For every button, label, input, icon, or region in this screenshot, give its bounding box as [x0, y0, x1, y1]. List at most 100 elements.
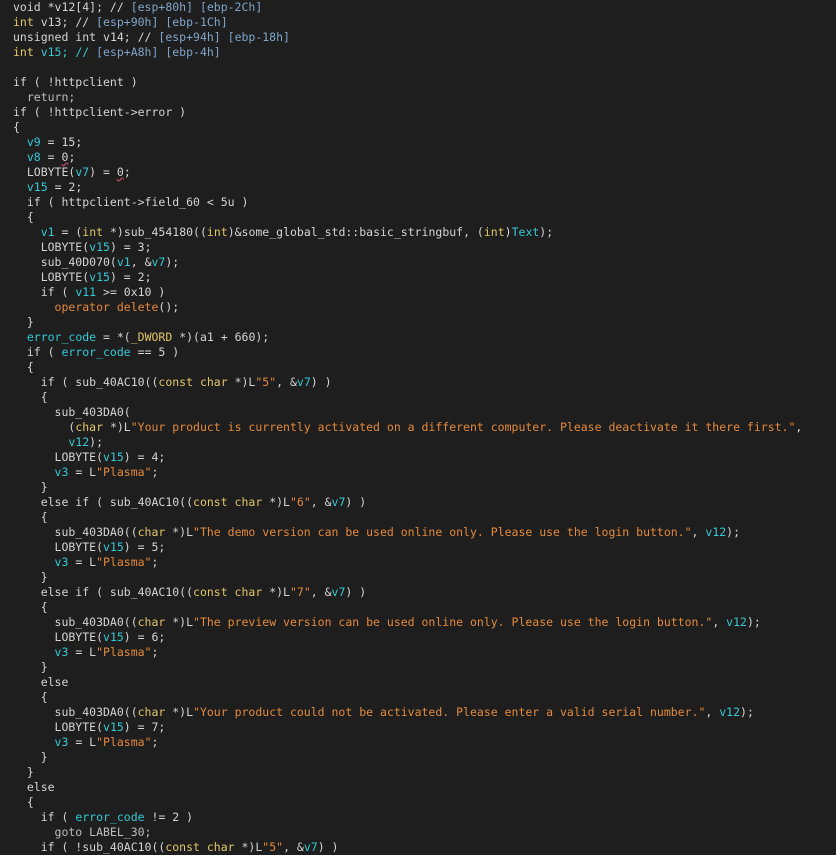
code-line[interactable]: else if ( sub_40AC10((const char *)L"6",… [0, 495, 836, 510]
code-line[interactable]: v3 = L"Plasma"; [0, 555, 836, 570]
code-token: ); [165, 255, 180, 269]
code-line[interactable]: } [0, 315, 836, 330]
code-token: v7 [75, 165, 90, 179]
code-token: } [13, 570, 48, 584]
code-line[interactable]: unsigned int v14; // [esp+94h] [ebp-18h] [0, 30, 836, 45]
code-token: ) = 3; [109, 240, 152, 254]
code-line[interactable]: } [0, 750, 836, 765]
code-line[interactable]: { [0, 510, 836, 525]
code-token: = L [68, 735, 97, 749]
code-token: (); [158, 300, 180, 314]
code-line[interactable]: sub_403DA0( [0, 405, 836, 420]
code-line[interactable]: sub_403DA0((char *)L"The demo version ca… [0, 525, 836, 540]
code-token: v1 [116, 255, 131, 269]
code-token: ; [68, 150, 76, 164]
code-line[interactable]: else [0, 675, 836, 690]
code-token: v15 [89, 240, 110, 254]
code-token: int [483, 225, 505, 239]
code-token: = ( [54, 225, 83, 239]
code-token: ); [89, 435, 104, 449]
code-line[interactable]: if ( v11 >= 0x10 ) [0, 285, 836, 300]
code-line[interactable]: operator delete(); [0, 300, 836, 315]
code-line[interactable]: int v13; // [esp+90h] [ebp-1Ch] [0, 15, 836, 30]
code-token: = L [68, 465, 97, 479]
code-line[interactable]: { [0, 390, 836, 405]
code-line[interactable]: v9 = 15; [0, 135, 836, 150]
code-line[interactable]: } [0, 765, 836, 780]
code-token: ) [504, 225, 512, 239]
code-token: != 2 ) [144, 810, 194, 824]
code-line[interactable]: } [0, 660, 836, 675]
code-line[interactable]: if ( !httpclient ) [0, 75, 836, 90]
code-line[interactable] [0, 60, 836, 75]
code-line[interactable]: v15 = 2; [0, 180, 836, 195]
code-line[interactable]: if ( !httpclient->error ) [0, 105, 836, 120]
code-token: else if ( sub_40AC10(( [13, 585, 194, 599]
code-token: v14; // [103, 30, 159, 44]
code-token: v3 [54, 645, 69, 659]
code-token: v15 [26, 180, 48, 194]
code-line[interactable]: LOBYTE(v7) = 0; [0, 165, 836, 180]
code-line[interactable]: if ( error_code != 2 ) [0, 810, 836, 825]
code-line[interactable]: if ( httpclient->field_60 < 5u ) [0, 195, 836, 210]
code-line[interactable]: { [0, 210, 836, 225]
code-token: "5" [255, 375, 277, 389]
code-line[interactable]: LOBYTE(v15) = 3; [0, 240, 836, 255]
code-line[interactable]: int v15; // [esp+A8h] [ebp-4h] [0, 45, 836, 60]
code-line[interactable]: else [0, 780, 836, 795]
code-token: "6" [289, 495, 311, 509]
code-line[interactable]: error_code = *(_DWORD *)(a1 + 660); [0, 330, 836, 345]
code-token: if ( !httpclient->error ) [13, 105, 187, 119]
code-token: v15 [103, 450, 124, 464]
code-line[interactable]: v12); [0, 435, 836, 450]
code-line[interactable]: { [0, 600, 836, 615]
code-line[interactable]: LOBYTE(v15) = 4; [0, 450, 836, 465]
code-line[interactable]: { [0, 360, 836, 375]
code-line[interactable]: goto LABEL_30; [0, 825, 836, 840]
code-token: v13; // [40, 15, 97, 29]
code-line[interactable]: sub_40D070(v1, &v7); [0, 255, 836, 270]
code-line[interactable]: (char *)L"Your product is currently acti… [0, 420, 836, 435]
code-line[interactable]: LOBYTE(v15) = 6; [0, 630, 836, 645]
code-line[interactable]: LOBYTE(v15) = 2; [0, 270, 836, 285]
code-token: *)L [165, 615, 194, 629]
code-token: LOBYTE( [13, 720, 104, 734]
code-token: v9 [26, 135, 41, 149]
code-token: ) ) [345, 585, 367, 599]
code-line[interactable]: else if ( sub_40AC10((const char *)L"7",… [0, 585, 836, 600]
code-line[interactable]: if ( error_code == 5 ) [0, 345, 836, 360]
code-token: if ( !httpclient ) [13, 75, 138, 89]
code-line[interactable]: v1 = (int *)sub_454180((int)&some_global… [0, 225, 836, 240]
code-token: v3 [54, 735, 69, 749]
code-line[interactable]: } [0, 480, 836, 495]
code-token: == 5 ) [130, 345, 180, 359]
code-token: } [13, 480, 48, 494]
code-token: ) = 5; [123, 540, 166, 554]
code-line[interactable]: if ( !sub_40AC10((const char *)L"5", &v7… [0, 840, 836, 855]
code-token: ) = 4; [123, 450, 166, 464]
code-line[interactable]: { [0, 690, 836, 705]
code-token: sub_403DA0(( [13, 615, 138, 629]
code-line[interactable]: void *v12[4]; // [esp+80h] [ebp-2Ch] [0, 0, 836, 15]
code-line[interactable]: } [0, 570, 836, 585]
code-line[interactable]: LOBYTE(v15) = 7; [0, 720, 836, 735]
code-token: v15 [103, 540, 124, 554]
code-token: } [13, 660, 48, 674]
code-line[interactable]: sub_403DA0((char *)L"The preview version… [0, 615, 836, 630]
code-token: ; [123, 165, 131, 179]
code-line[interactable]: v3 = L"Plasma"; [0, 735, 836, 750]
code-line[interactable]: { [0, 795, 836, 810]
code-token: ) = 6; [123, 630, 166, 644]
code-line[interactable]: { [0, 120, 836, 135]
code-line[interactable]: sub_403DA0((char *)L"Your product could … [0, 705, 836, 720]
code-line[interactable]: v3 = L"Plasma"; [0, 645, 836, 660]
code-line[interactable]: if ( sub_40AC10((const char *)L"5", &v7)… [0, 375, 836, 390]
decompiler-code-view[interactable]: void *v12[4]; // [esp+80h] [ebp-2Ch] int … [0, 0, 836, 855]
code-line[interactable]: LOBYTE(v15) = 5; [0, 540, 836, 555]
code-line[interactable]: v8 = 0; [0, 150, 836, 165]
code-token: , & [130, 255, 152, 269]
code-line[interactable]: v3 = L"Plasma"; [0, 465, 836, 480]
code-line[interactable]: return; [0, 90, 836, 105]
code-token: , & [283, 840, 304, 854]
